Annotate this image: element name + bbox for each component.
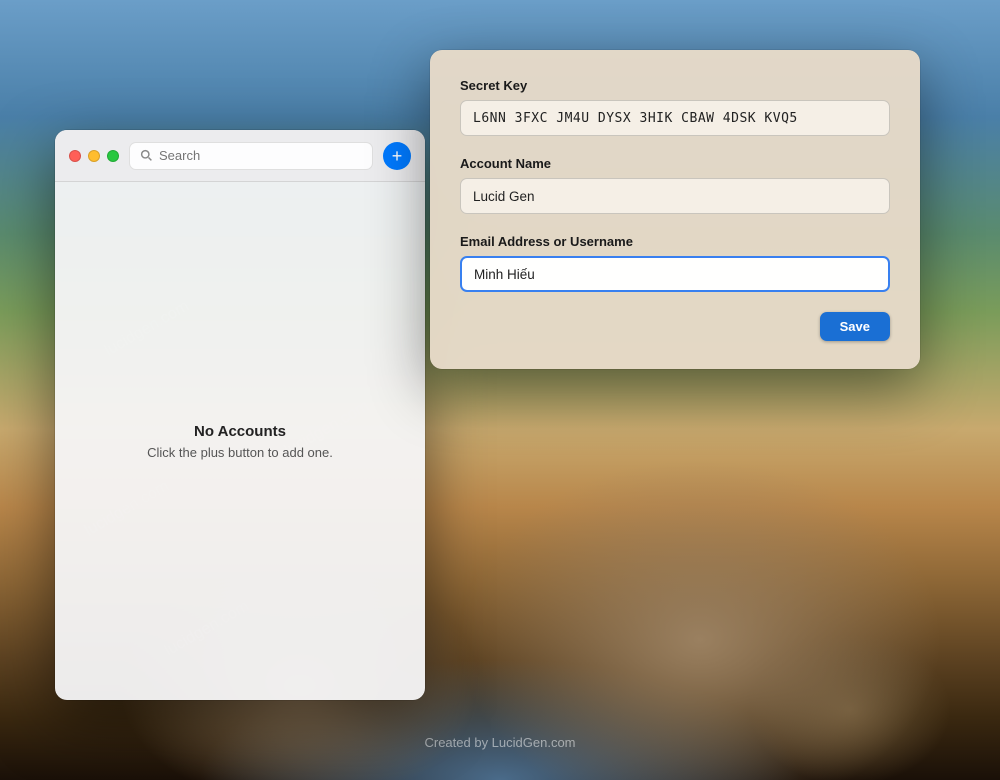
secret-key-input[interactable] <box>460 100 890 136</box>
floating-panel: Secret Key Account Name Email Address or… <box>430 50 920 369</box>
window-close-button[interactable] <box>69 150 81 162</box>
app-window: + No Accounts Click the plus button to a… <box>55 130 425 700</box>
search-icon <box>140 149 153 162</box>
email-username-label: Email Address or Username <box>460 234 890 249</box>
account-name-label: Account Name <box>460 156 890 171</box>
email-username-input[interactable] <box>460 256 890 292</box>
window-body: No Accounts Click the plus button to add… <box>55 182 425 700</box>
secret-key-label: Secret Key <box>460 78 890 93</box>
search-input[interactable] <box>159 148 362 163</box>
account-name-input[interactable] <box>460 178 890 214</box>
search-bar <box>129 142 373 170</box>
account-name-field: Account Name <box>460 156 890 214</box>
window-minimize-button[interactable] <box>88 150 100 162</box>
traffic-lights <box>69 150 119 162</box>
desktop-watermark: Created by LucidGen.com <box>0 735 1000 750</box>
add-account-button[interactable]: + <box>383 142 411 170</box>
save-button[interactable]: Save <box>820 312 890 341</box>
email-username-field: Email Address or Username <box>460 234 890 292</box>
window-titlebar: + <box>55 130 425 182</box>
panel-footer: Save <box>460 312 890 341</box>
window-maximize-button[interactable] <box>107 150 119 162</box>
no-accounts-title: No Accounts <box>194 423 286 440</box>
no-accounts-subtitle: Click the plus button to add one. <box>147 445 333 460</box>
secret-key-field: Secret Key <box>460 78 890 136</box>
